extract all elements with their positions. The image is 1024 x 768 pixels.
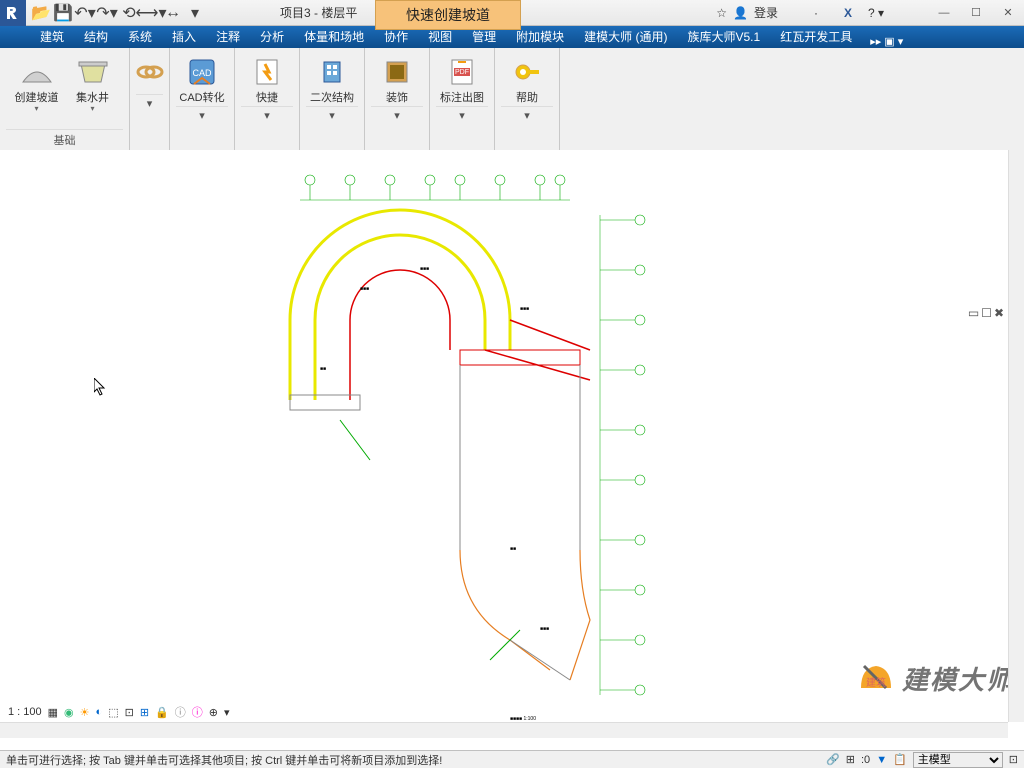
ramp-icon — [19, 54, 55, 90]
tab-arch[interactable]: 建筑 — [30, 25, 74, 48]
qat-dropdown-icon[interactable]: ▾ — [186, 4, 204, 22]
quick-access-toolbar: 📂 💾 ↶▾ ↷▾ ⟲ ⟷▾ ↔ ▾ — [32, 4, 204, 22]
crop-show-icon[interactable]: ⊞ — [140, 706, 149, 719]
doc-minimize-icon[interactable]: ▭ — [968, 306, 979, 320]
cursor-icon — [94, 378, 110, 403]
quick-button[interactable]: 快捷 — [241, 52, 293, 106]
group-label-foundation: 基础 — [6, 129, 123, 150]
watermark: 建筑 建模大师 — [856, 658, 1014, 698]
dim-icon[interactable]: ↔ — [164, 4, 182, 22]
redo-icon[interactable]: ↷▾ — [98, 4, 116, 22]
svg-text:■■■: ■■■ — [420, 266, 429, 272]
tooltip: 快速创建坡道 — [375, 0, 521, 30]
constraint-icon[interactable]: ⊕ — [209, 706, 218, 719]
struct-icon — [314, 54, 350, 90]
detail-icon[interactable]: ▦ — [48, 706, 58, 719]
tab-modeling-master[interactable]: 建模大师 (通用) — [574, 25, 677, 48]
minimize-button[interactable]: — — [928, 2, 960, 24]
help-icon[interactable]: ? ▾ — [868, 6, 884, 20]
doc-close-icon[interactable]: ✖ — [994, 306, 1004, 320]
tab-massing[interactable]: 体量和场地 — [294, 25, 374, 48]
status-message: 单击可进行选择; 按 Tab 键并单击可选择其他项目; 按 Ctrl 键并单击可… — [6, 752, 826, 768]
logo-icon: 建筑 — [856, 658, 896, 698]
help-key-icon — [509, 54, 545, 90]
lock-icon[interactable]: 🔒 — [155, 706, 169, 719]
help-button[interactable]: 帮助 — [501, 52, 553, 106]
tab-annotate[interactable]: 注释 — [206, 25, 250, 48]
tab-systems[interactable]: 系统 — [118, 25, 162, 48]
temp-hide-icon[interactable]: ⓘ — [175, 704, 186, 720]
scale-display[interactable]: 1 : 100 — [8, 706, 42, 718]
analytical-icon[interactable]: ▾ — [224, 706, 230, 719]
cad-convert-button[interactable]: CAD CAD转化 — [176, 52, 228, 106]
floor-plan-drawing: ■■■■■■ ■■■■■ ■■■■■ ■■■■ 1:100 — [260, 170, 680, 730]
svg-text:CAD: CAD — [192, 68, 212, 78]
svg-text:■■■: ■■■ — [360, 286, 369, 292]
svg-text:■■: ■■ — [510, 546, 516, 552]
titlebar: 📂 💾 ↶▾ ↷▾ ⟲ ⟷▾ ↔ ▾ 项目3 - 楼层平 快速创建坡道 ☆ 👤 … — [0, 0, 1024, 26]
shadow-icon[interactable]: ◐ — [96, 706, 103, 718]
svg-text:■■■: ■■■ — [520, 306, 529, 312]
scrollbar-horizontal[interactable] — [0, 722, 1008, 738]
reveal-icon[interactable]: ⓘ — [192, 704, 203, 720]
cad-icon: CAD — [184, 54, 220, 90]
link-icon — [132, 54, 168, 90]
link-button[interactable] — [134, 52, 166, 94]
canvas[interactable]: ▭ ☐ ✖ — [0, 150, 1024, 738]
workset-icon[interactable]: 📋 — [893, 753, 907, 766]
doc-restore-icon[interactable]: ☐ — [981, 306, 992, 320]
secondary-struct-button[interactable]: 二次结构 — [306, 52, 358, 106]
pdf-icon: PDF — [444, 54, 480, 90]
tabs-scroll-icon[interactable]: ▸▸ ▣ ▾ — [870, 35, 903, 48]
ribbon: 创建坡道 ▾ 集水井 ▾ 基础 ▾ CAD CAD转化 ▾ 快捷 ▾ — [0, 48, 1024, 151]
sun-icon[interactable]: ☀ — [80, 706, 90, 719]
create-ramp-button[interactable]: 创建坡道 ▾ — [11, 52, 63, 129]
workset-select[interactable]: 主模型 — [913, 752, 1003, 768]
tab-insert[interactable]: 插入 — [162, 25, 206, 48]
tab-analyze[interactable]: 分析 — [250, 25, 294, 48]
crop-icon[interactable]: ⊡ — [125, 706, 134, 719]
login-link[interactable]: 登录 — [754, 4, 778, 21]
tab-struct[interactable]: 结构 — [74, 25, 118, 48]
open-icon[interactable]: 📂 — [32, 4, 50, 22]
filter-icon[interactable]: ▼ — [876, 754, 887, 766]
svg-text:■■■: ■■■ — [540, 626, 549, 632]
decorate-button[interactable]: 装饰 — [371, 52, 423, 106]
quick-icon — [249, 54, 285, 90]
app-icon[interactable] — [0, 0, 26, 26]
status-icon-2[interactable]: ⊞ — [846, 753, 855, 766]
exchange-icon[interactable]: X — [844, 6, 852, 20]
svg-text:■■: ■■ — [320, 366, 326, 372]
annotate-export-button[interactable]: PDF 标注出图 — [436, 52, 488, 106]
statusbar: 单击可进行选择; 按 Tab 键并单击可选择其他项目; 按 Ctrl 键并单击可… — [0, 750, 1024, 768]
star-icon[interactable]: ☆ — [716, 6, 727, 20]
scrollbar-vertical[interactable] — [1008, 150, 1024, 722]
render-icon[interactable]: ⬚ — [108, 706, 118, 719]
maximize-button[interactable]: ☐ — [960, 2, 992, 24]
user-icon[interactable]: 👤 — [733, 6, 748, 20]
tab-family[interactable]: 族库大师V5.1 — [678, 25, 771, 48]
tab-redtile[interactable]: 红瓦开发工具 — [770, 25, 862, 48]
view-control-bar: 1 : 100 ▦ ◉ ☀ ◐ ⬚ ⊡ ⊞ 🔒 ⓘ ⓘ ⊕ ▾ — [8, 704, 229, 720]
visual-style-icon[interactable]: ◉ — [64, 706, 74, 719]
svg-text:PDF: PDF — [455, 69, 469, 76]
sump-button[interactable]: 集水井 ▾ — [67, 52, 119, 129]
save-icon[interactable]: 💾 — [54, 4, 72, 22]
document-title: 项目3 - 楼层平 — [280, 4, 357, 21]
measure-icon[interactable]: ⟷▾ — [142, 4, 160, 22]
close-button[interactable]: ✕ — [992, 2, 1024, 24]
decorate-icon — [379, 54, 415, 90]
sump-icon — [75, 54, 111, 90]
svg-text:建筑: 建筑 — [866, 676, 886, 689]
undo-icon[interactable]: ↶▾ — [76, 4, 94, 22]
selection-count: :0 — [861, 754, 870, 766]
status-icon-1[interactable]: 🔗 — [826, 753, 840, 766]
status-icon-3[interactable]: ⊡ — [1009, 753, 1018, 766]
